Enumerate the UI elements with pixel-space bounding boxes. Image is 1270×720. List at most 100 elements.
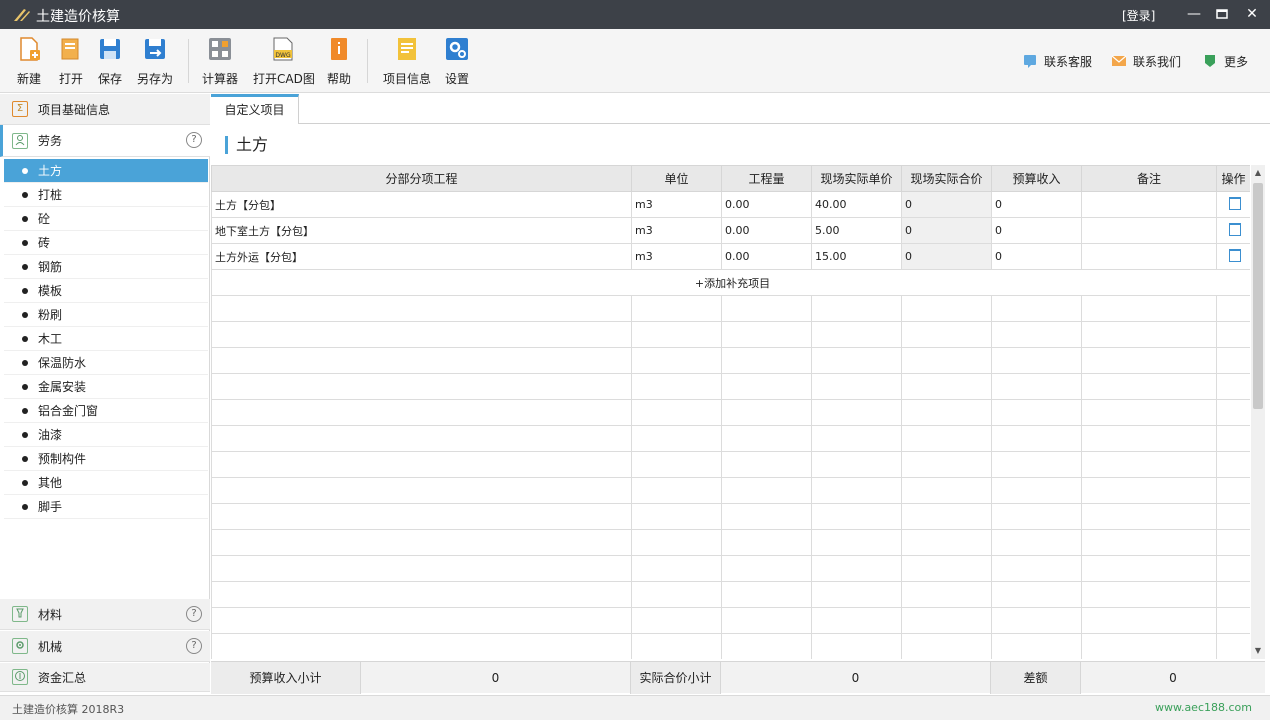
delete-icon[interactable] — [1229, 248, 1241, 262]
toolbar: 新建 打开 保存 另存为 计算器 DWG 打开CAD图 帮助 项目信息 设置 联… — [0, 29, 1270, 93]
cell-price[interactable]: 40.00 — [811, 191, 902, 218]
sidebar-item-0[interactable]: 土方 — [4, 159, 208, 183]
empty-cell — [211, 607, 632, 634]
delete-icon[interactable] — [1229, 222, 1241, 236]
machine-help-icon[interactable]: ? — [186, 638, 202, 654]
settings-button[interactable]: 设置 — [444, 37, 470, 87]
project-info-button[interactable]: 项目信息 — [382, 37, 432, 87]
empty-row — [211, 477, 1250, 504]
sidebar-item-4[interactable]: 钢筋 — [4, 255, 208, 279]
calculator-button[interactable]: 计算器 — [201, 37, 239, 87]
website-link[interactable]: www.aec188.com — [1155, 701, 1252, 714]
cell-name[interactable]: 地下室土方【分包】 — [211, 217, 632, 244]
sidebar-item-3[interactable]: 砖 — [4, 231, 208, 255]
scroll-thumb[interactable] — [1253, 183, 1263, 409]
sidebar-item-10[interactable]: 铝合金门窗 — [4, 399, 208, 423]
help-button[interactable]: 帮助 — [326, 37, 352, 87]
tab-custom-project[interactable]: 自定义项目 — [211, 94, 299, 124]
save-button[interactable]: 保存 — [97, 37, 123, 87]
difference-label: 差额 — [991, 662, 1081, 694]
maximize-icon[interactable] — [1212, 4, 1232, 24]
delete-icon[interactable] — [1229, 196, 1241, 210]
empty-cell — [1216, 477, 1250, 504]
empty-cell — [211, 373, 632, 400]
basic-info-label: 项目基础信息 — [38, 102, 111, 117]
save-as-button[interactable]: 另存为 — [135, 37, 175, 87]
table-header-row: 分部分项工程 单位 工程量 现场实际单价 现场实际合价 预算收入 备注 操作 — [211, 165, 1250, 192]
sidebar-item-14[interactable]: 脚手 — [4, 495, 208, 519]
contact-us-label: 联系我们 — [1133, 54, 1182, 69]
empty-cell — [991, 451, 1082, 478]
cell-unit[interactable]: m3 — [631, 191, 722, 218]
bullet-icon — [22, 311, 28, 318]
sidebar: Σ 项目基础信息 劳务 ? 土方 打桩砼砖钢筋 模板粉刷木工 保温防水 金属安装 铝合金门… — [0, 94, 210, 692]
cell-note[interactable] — [1081, 217, 1217, 244]
empty-cell — [211, 477, 632, 504]
scroll-down-icon[interactable]: ▼ — [1253, 646, 1263, 656]
sidebar-item-9[interactable]: 金属安装 — [4, 375, 208, 399]
sidebar-item-5[interactable]: 模板 — [4, 279, 208, 303]
empty-cell — [811, 529, 902, 556]
material-help-icon[interactable]: ? — [186, 606, 202, 622]
cell-qty[interactable]: 0.00 — [721, 217, 812, 244]
empty-cell — [811, 347, 902, 374]
open-cad-button[interactable]: DWG 打开CAD图 — [253, 37, 315, 87]
contact-us-button[interactable]: 联系我们 — [1111, 51, 1181, 71]
empty-cell — [991, 477, 1082, 504]
login-link[interactable]: [登录] — [1122, 7, 1155, 24]
sidebar-section-labor[interactable]: 劳务 ? — [0, 125, 210, 157]
empty-cell — [631, 347, 722, 374]
sidebar-item-13[interactable]: 其他 — [4, 471, 208, 495]
toolbar-divider — [188, 39, 189, 83]
cell-qty[interactable]: 0.00 — [721, 191, 812, 218]
empty-cell — [1081, 295, 1217, 322]
empty-cell — [1081, 503, 1217, 530]
cell-action — [1216, 217, 1250, 244]
cell-qty[interactable]: 0.00 — [721, 243, 812, 270]
cell-unit[interactable]: m3 — [631, 243, 722, 270]
empty-cell — [721, 399, 812, 426]
labor-help-icon[interactable]: ? — [186, 132, 202, 148]
cell-price[interactable]: 5.00 — [811, 217, 902, 244]
vertical-scrollbar[interactable]: ▲ ▼ — [1251, 165, 1265, 659]
empty-cell — [721, 347, 812, 374]
sidebar-item-2[interactable]: 砼 — [4, 207, 208, 231]
sidebar-section-basic-info[interactable]: Σ 项目基础信息 — [0, 94, 210, 125]
empty-cell — [991, 633, 1082, 659]
sidebar-item-6[interactable]: 粉刷 — [4, 303, 208, 327]
cell-name[interactable]: 土方【分包】 — [211, 191, 632, 218]
sidebar-section-material[interactable]: 材料 ? — [0, 599, 210, 630]
empty-cell — [901, 607, 992, 634]
scroll-up-icon[interactable]: ▲ — [1253, 168, 1263, 178]
empty-cell — [211, 399, 632, 426]
close-icon[interactable]: ✕ — [1242, 4, 1262, 24]
cell-budget[interactable]: 0 — [991, 243, 1082, 270]
empty-cell — [901, 347, 992, 374]
sidebar-item-label: 粉刷 — [38, 308, 63, 322]
sidebar-section-machine[interactable]: 机械 ? — [0, 631, 210, 662]
col-header-budget: 预算收入 — [991, 165, 1082, 192]
contact-support-button[interactable]: 联系客服 — [1022, 51, 1092, 71]
cell-budget[interactable]: 0 — [991, 191, 1082, 218]
cell-note[interactable] — [1081, 191, 1217, 218]
add-item-button[interactable]: +添加补充项目 — [211, 269, 1250, 296]
cell-note[interactable] — [1081, 243, 1217, 270]
empty-cell — [1216, 581, 1250, 608]
sidebar-section-funds[interactable]: 资金汇总 — [0, 663, 210, 692]
more-button[interactable]: 更多 — [1202, 51, 1248, 71]
empty-cell — [991, 399, 1082, 426]
actual-subtotal-label: 实际合价小计 — [631, 662, 721, 694]
sidebar-item-12[interactable]: 预制构件 — [4, 447, 208, 471]
title-bar: 土建造价核算 [登录] — ✕ — [0, 0, 1270, 29]
sidebar-item-1[interactable]: 打桩 — [4, 183, 208, 207]
new-button[interactable]: 新建 — [14, 37, 44, 87]
cell-budget[interactable]: 0 — [991, 217, 1082, 244]
sidebar-item-11[interactable]: 油漆 — [4, 423, 208, 447]
sidebar-item-8[interactable]: 保温防水 — [4, 351, 208, 375]
sidebar-item-7[interactable]: 木工 — [4, 327, 208, 351]
cell-unit[interactable]: m3 — [631, 217, 722, 244]
cell-price[interactable]: 15.00 — [811, 243, 902, 270]
minimize-icon[interactable]: — — [1184, 4, 1204, 24]
cell-name[interactable]: 土方外运【分包】 — [211, 243, 632, 270]
open-button[interactable]: 打开 — [58, 37, 84, 87]
